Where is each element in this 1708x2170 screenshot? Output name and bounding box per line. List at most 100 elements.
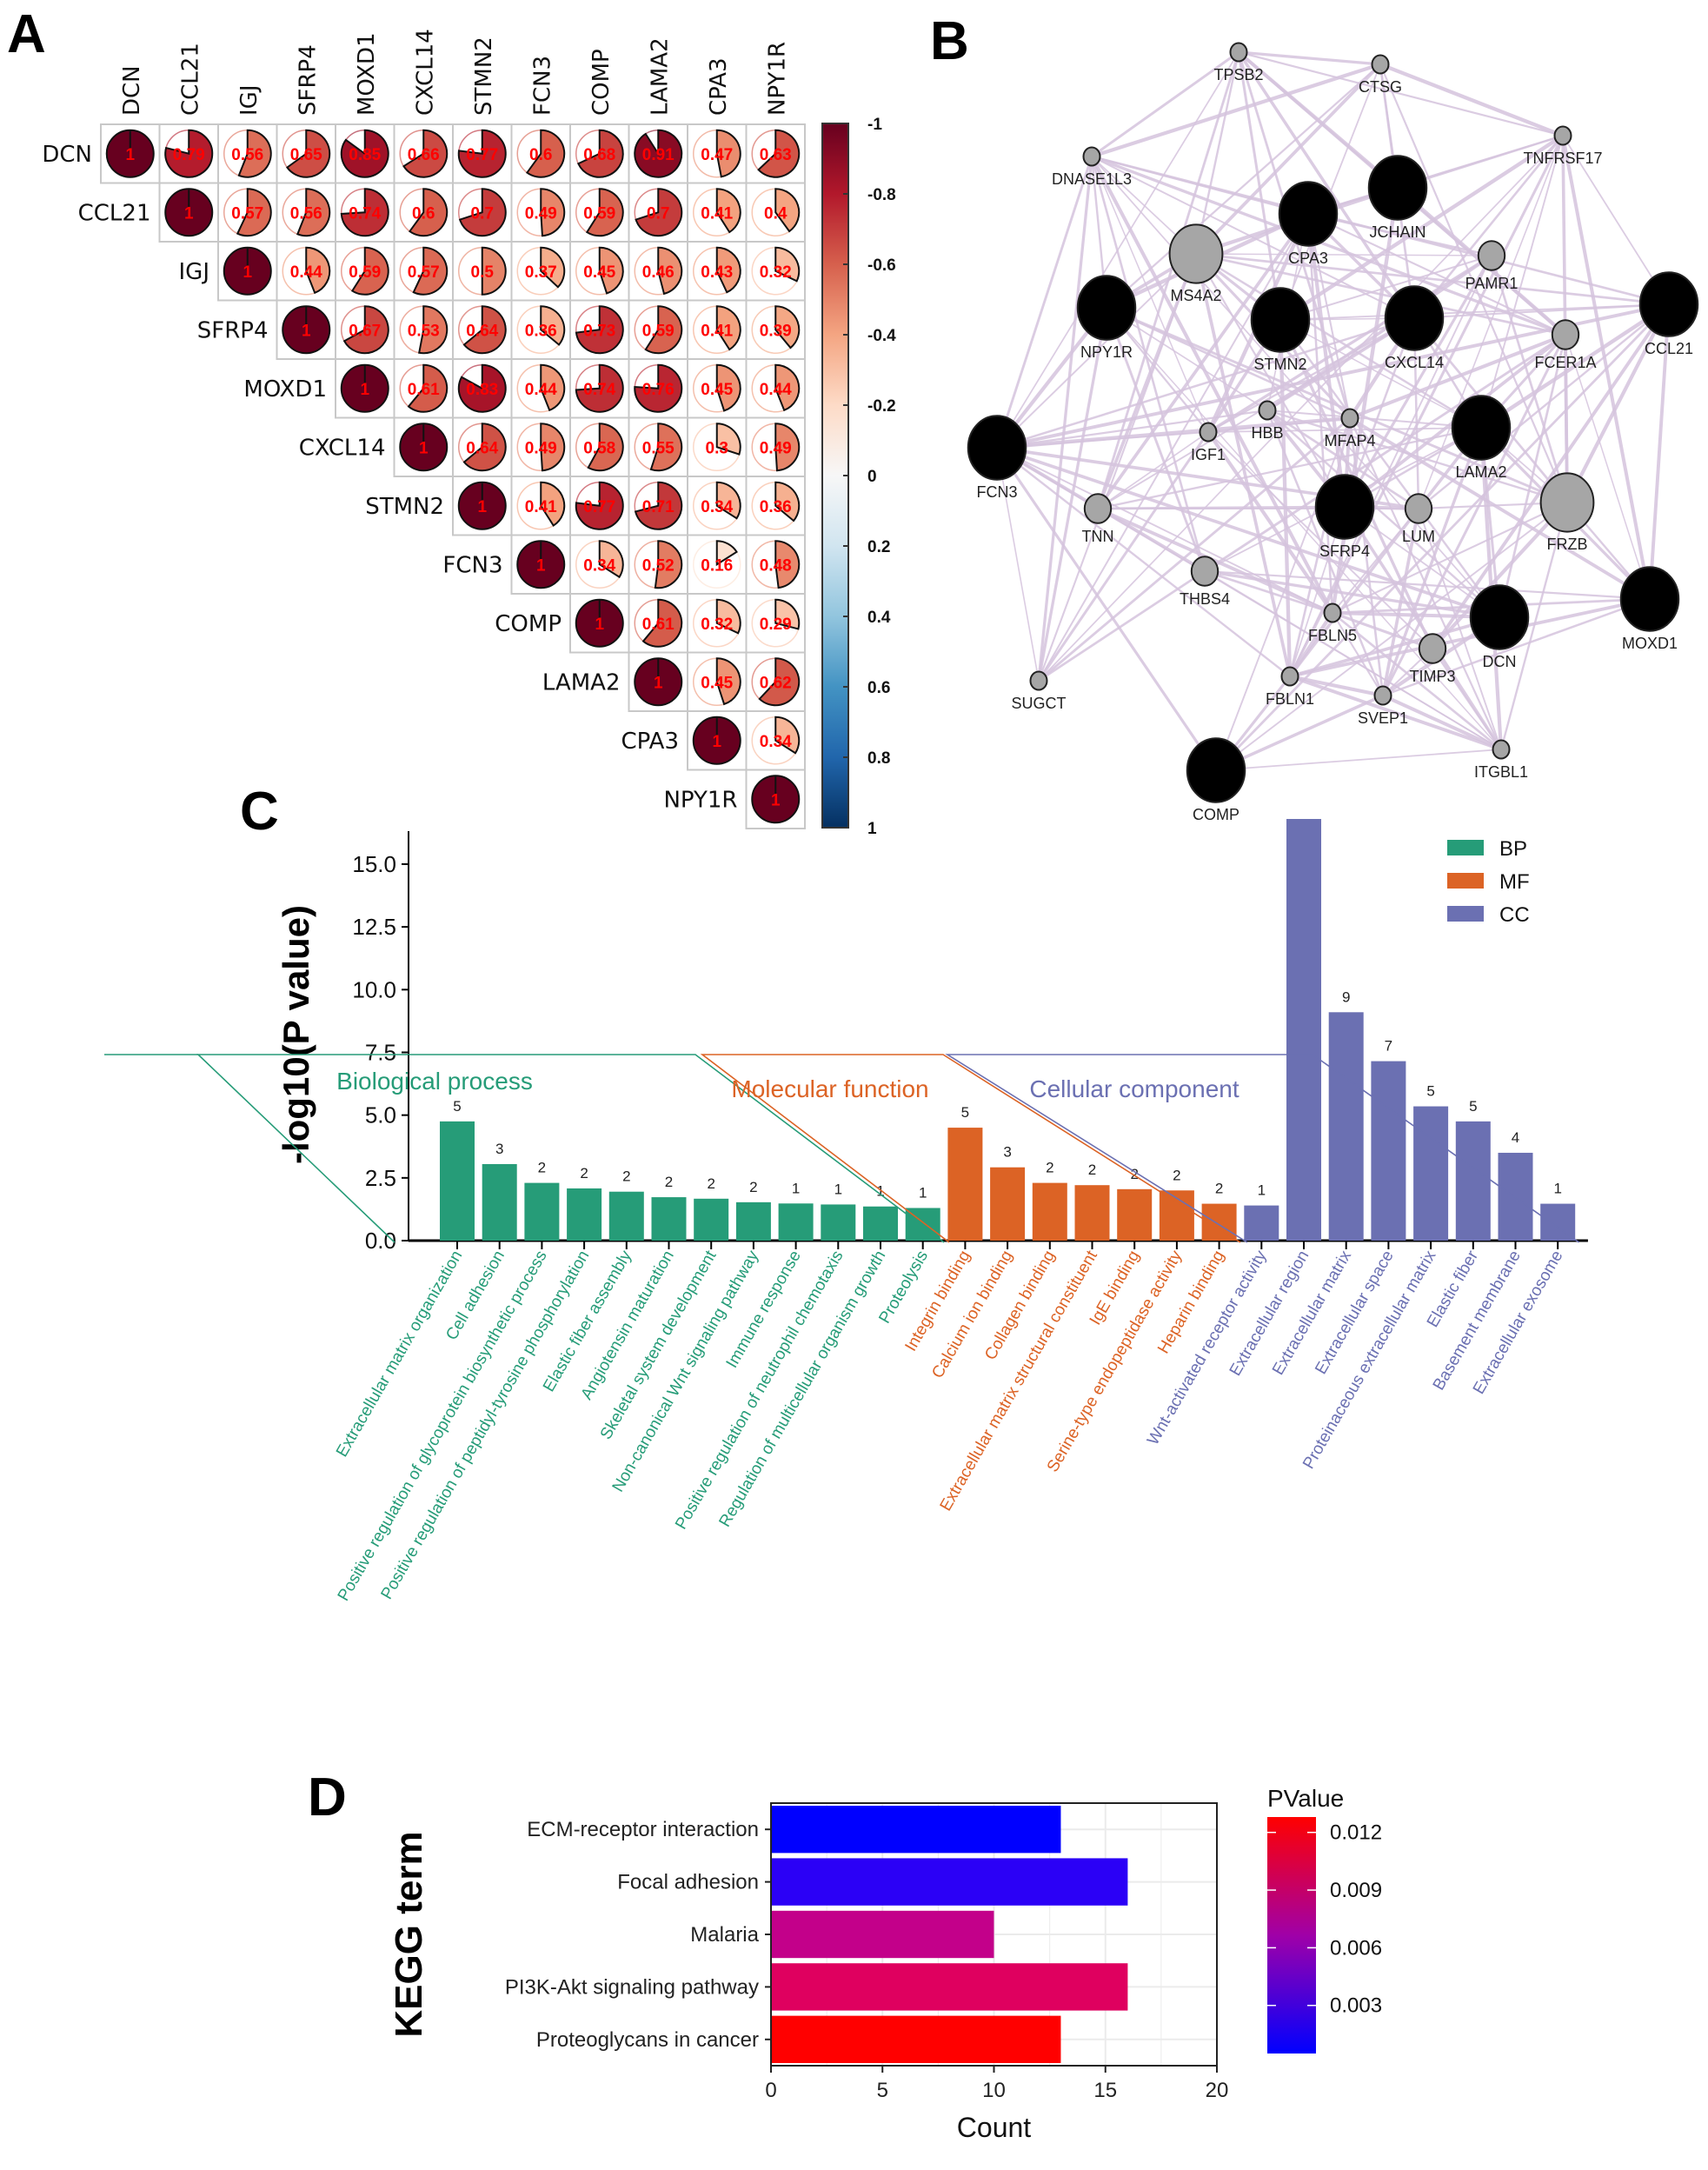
row-label-SFRP4: SFRP4 xyxy=(197,317,269,343)
network-node-PAMR1 xyxy=(1477,240,1506,271)
colorbar-tick-label: -0.8 xyxy=(867,186,896,204)
column-label-CPA3: CPA3 xyxy=(706,58,732,116)
correlation-value: 0.76 xyxy=(642,381,675,399)
network-node-DCN xyxy=(1469,584,1530,650)
legend-label-CC: CC xyxy=(1499,903,1530,927)
bar-21 xyxy=(1286,819,1321,1241)
bar-count-label: 2 xyxy=(1173,1167,1180,1183)
network-node-DNASE1L3 xyxy=(1082,146,1101,167)
correlation-value: 0.44 xyxy=(525,381,557,399)
bar-15 xyxy=(1032,1182,1067,1241)
network-node-label: SVEP1 xyxy=(1358,709,1408,727)
y-tick-label: 0.0 xyxy=(365,1228,396,1254)
bar-22 xyxy=(1328,1012,1364,1241)
correlation-value: 0.57 xyxy=(231,204,263,223)
network-edge xyxy=(1038,569,1206,682)
x-category-label: Extracellular space xyxy=(1312,1248,1397,1378)
legend-label-MF: MF xyxy=(1499,870,1530,894)
correlation-value: 0.77 xyxy=(583,498,615,516)
correlation-value: 0.59 xyxy=(349,263,381,282)
correlation-value: 1 xyxy=(360,381,369,399)
correlation-value: 0.41 xyxy=(701,322,733,340)
correlation-value: 0.68 xyxy=(583,146,615,164)
correlation-value: 0.36 xyxy=(760,498,792,516)
correlation-value: 0.59 xyxy=(642,322,675,340)
group-label-cc: Cellular component xyxy=(1029,1075,1239,1102)
bar-7 xyxy=(694,1198,729,1241)
network-node-label: TPSB2 xyxy=(1213,66,1263,83)
network-node-MS4A2 xyxy=(1168,223,1224,284)
correlation-value: 0.83 xyxy=(466,381,498,399)
correlation-value: 0.43 xyxy=(701,263,733,282)
bar-count-label: 2 xyxy=(749,1179,757,1195)
network-node-label: PAMR1 xyxy=(1465,275,1519,292)
correlation-value: 0.37 xyxy=(525,263,557,282)
gene-network-chart: TPSB2 CTSG TNFRSF17 DNASE1L3 JCHAIN CPA3 MS4A2… xyxy=(967,42,1699,823)
correlation-value: 0.62 xyxy=(760,674,792,692)
bar-14 xyxy=(990,1167,1026,1241)
kegg-bar-5 xyxy=(771,2015,1061,2063)
bar-24 xyxy=(1413,1106,1449,1241)
correlation-value: 0.44 xyxy=(760,381,792,399)
bar-count-label: 5 xyxy=(1426,1083,1434,1100)
network-edge xyxy=(1195,253,1492,256)
bar-13 xyxy=(947,1128,983,1241)
kegg-bar-1 xyxy=(771,1806,1061,1854)
network-node-CPA3 xyxy=(1278,181,1339,247)
correlation-value: 0.52 xyxy=(642,556,675,575)
network-node-THBS4 xyxy=(1190,556,1220,587)
y-tick-label: 2.5 xyxy=(365,1165,396,1191)
correlation-value: 0.56 xyxy=(231,146,263,164)
network-node-label: FRZB xyxy=(1547,536,1588,553)
kegg-bar-3 xyxy=(771,1910,994,1959)
bar-count-label: 5 xyxy=(961,1104,969,1121)
y-axis-title: -log10(P value) xyxy=(276,905,316,1164)
correlation-value: 0.34 xyxy=(760,733,792,751)
bar-count-label: 1 xyxy=(919,1184,927,1201)
colorbar-tick-label: -0.6 xyxy=(867,256,896,275)
group-label-bp: Biological process xyxy=(336,1068,533,1095)
bar-count-label: 5 xyxy=(453,1098,461,1115)
row-label-LAMA2: LAMA2 xyxy=(542,669,621,696)
correlation-value: 0.85 xyxy=(349,146,381,164)
network-node-FCN3 xyxy=(967,415,1027,481)
bar-count-label: 2 xyxy=(1046,1160,1053,1176)
column-label-CCL21: CCL21 xyxy=(177,43,203,116)
network-node-FRZB xyxy=(1539,472,1595,533)
x-tick-label: 15 xyxy=(1093,2079,1117,2102)
network-edge xyxy=(1379,62,1564,138)
colorbar-tick-label: -1 xyxy=(867,116,882,134)
bar-17 xyxy=(1117,1188,1153,1241)
network-node-label: CTSG xyxy=(1359,78,1402,96)
x-category-label: Extracellular matrix structural constitu… xyxy=(937,1247,1102,1514)
network-node-CXCL14 xyxy=(1384,285,1445,351)
correlation-value: 0.44 xyxy=(290,263,322,282)
correlation-value: 1 xyxy=(712,733,721,751)
network-node-label: ITGBL1 xyxy=(1474,763,1528,781)
row-label-IGJ: IGJ xyxy=(179,259,209,285)
bar-count-label: 1 xyxy=(792,1180,800,1196)
colorbar-tick-label: 0.8 xyxy=(867,749,890,768)
network-node-JCHAIN xyxy=(1367,155,1428,221)
kegg-term-label: PI3K-Akt signaling pathway xyxy=(505,1975,759,1999)
row-label-CPA3: CPA3 xyxy=(621,729,680,755)
bar-count-label: 7 xyxy=(1385,1038,1392,1055)
network-node-label: NPY1R xyxy=(1080,343,1133,361)
correlation-value: 0.45 xyxy=(583,263,615,282)
correlation-value: 0.66 xyxy=(408,146,440,164)
network-node-label: TIMP3 xyxy=(1409,668,1455,685)
network-node-label: JCHAIN xyxy=(1369,223,1426,241)
network-node-TNN xyxy=(1083,493,1113,524)
column-label-FCN3: FCN3 xyxy=(529,56,555,116)
network-node-FBLN5 xyxy=(1323,602,1342,623)
legend-label-BP: BP xyxy=(1499,837,1527,861)
correlation-value: 0.63 xyxy=(760,146,792,164)
correlation-value: 0.48 xyxy=(760,556,792,575)
correlation-value: 0.57 xyxy=(408,263,440,282)
network-node-label: MS4A2 xyxy=(1170,287,1221,304)
correlation-value: 1 xyxy=(419,439,429,457)
network-edge xyxy=(1565,303,1671,503)
network-node-label: TNFRSF17 xyxy=(1523,150,1602,167)
column-label-NPY1R: NPY1R xyxy=(764,42,790,116)
network-node-label: IGF1 xyxy=(1191,446,1226,463)
